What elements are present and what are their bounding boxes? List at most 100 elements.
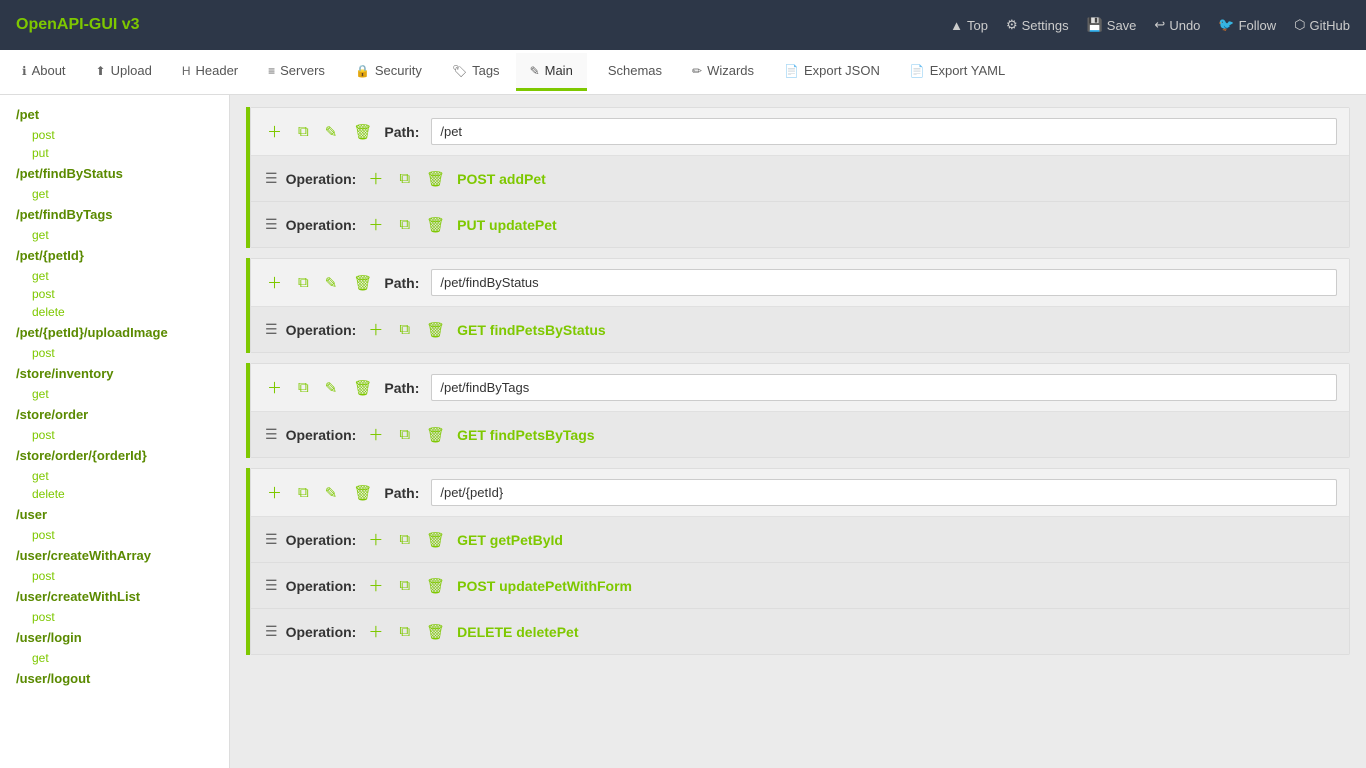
path-input[interactable] <box>431 479 1337 506</box>
tab-header[interactable]: HHeader <box>168 53 252 91</box>
hamburger-icon[interactable]: ☰ <box>265 623 278 640</box>
operation-method[interactable]: GET getPetById <box>457 532 563 548</box>
sidebar-path[interactable]: /user <box>0 503 229 526</box>
hamburger-icon[interactable]: ☰ <box>265 170 278 187</box>
copy-operation-icon[interactable]: ⧉ <box>395 319 414 340</box>
hamburger-icon[interactable]: ☰ <box>265 426 278 443</box>
tab-about[interactable]: ℹAbout <box>8 53 80 91</box>
add-path-icon[interactable]: ＋ <box>263 119 286 144</box>
path-input[interactable] <box>431 269 1337 296</box>
operation-method[interactable]: DELETE deletePet <box>457 624 578 640</box>
delete-path-icon[interactable]: 🗑 <box>349 272 376 294</box>
operation-method[interactable]: GET findPetsByTags <box>457 427 594 443</box>
sidebar-method[interactable]: get <box>0 385 229 403</box>
add-path-icon[interactable]: ＋ <box>263 270 286 295</box>
add-path-icon[interactable]: ＋ <box>263 375 286 400</box>
sidebar-path[interactable]: /pet/findByTags <box>0 203 229 226</box>
sidebar-method[interactable]: get <box>0 267 229 285</box>
sidebar-method[interactable]: get <box>0 649 229 667</box>
sidebar-method[interactable]: post <box>0 526 229 544</box>
sidebar-method[interactable]: delete <box>0 303 229 321</box>
delete-path-icon[interactable]: 🗑 <box>349 377 376 399</box>
copy-operation-icon[interactable]: ⧉ <box>395 424 414 445</box>
undo-action[interactable]: ↩ Undo <box>1154 17 1200 33</box>
edit-path-icon[interactable]: ✎ <box>321 272 342 294</box>
add-path-icon[interactable]: ＋ <box>263 480 286 505</box>
operation-method[interactable]: POST addPet <box>457 171 546 187</box>
tab-wizards[interactable]: ✏Wizards <box>678 53 768 91</box>
tab-security[interactable]: 🔒Security <box>341 53 436 91</box>
tab-main[interactable]: ✎Main <box>516 53 587 91</box>
delete-path-icon[interactable]: 🗑 <box>349 121 376 143</box>
copy-operation-icon[interactable]: ⧉ <box>395 214 414 235</box>
sidebar-method[interactable]: get <box>0 467 229 485</box>
delete-path-icon[interactable]: 🗑 <box>349 482 376 504</box>
tab-export-yaml[interactable]: 📄Export YAML <box>896 53 1019 91</box>
path-input[interactable] <box>431 118 1337 145</box>
sidebar-path[interactable]: /pet/findByStatus <box>0 162 229 185</box>
tab-schemas[interactable]: Schemas <box>589 53 676 91</box>
sidebar-method[interactable]: get <box>0 185 229 203</box>
operation-method[interactable]: POST updatePetWithForm <box>457 578 632 594</box>
path-input[interactable] <box>431 374 1337 401</box>
sidebar-path[interactable]: /pet <box>0 103 229 126</box>
sidebar-method[interactable]: post <box>0 608 229 626</box>
sidebar-method[interactable]: post <box>0 567 229 585</box>
copy-operation-icon[interactable]: ⧉ <box>395 168 414 189</box>
delete-operation-icon[interactable]: 🗑 <box>422 168 449 190</box>
copy-path-icon[interactable]: ⧉ <box>294 482 313 503</box>
tab-export-json[interactable]: 📄Export JSON <box>770 53 894 91</box>
sidebar-path[interactable]: /store/order <box>0 403 229 426</box>
copy-operation-icon[interactable]: ⧉ <box>395 529 414 550</box>
add-operation-icon[interactable]: ＋ <box>364 317 387 342</box>
sidebar-method[interactable]: get <box>0 226 229 244</box>
delete-operation-icon[interactable]: 🗑 <box>422 319 449 341</box>
settings-action[interactable]: ⚙ Settings <box>1006 17 1069 33</box>
edit-path-icon[interactable]: ✎ <box>321 377 342 399</box>
github-action[interactable]: ⬡ GitHub <box>1294 17 1350 33</box>
add-operation-icon[interactable]: ＋ <box>364 527 387 552</box>
copy-path-icon[interactable]: ⧉ <box>294 377 313 398</box>
hamburger-icon[interactable]: ☰ <box>265 531 278 548</box>
add-operation-icon[interactable]: ＋ <box>364 422 387 447</box>
sidebar-path[interactable]: /user/logout <box>0 667 229 690</box>
hamburger-icon[interactable]: ☰ <box>265 577 278 594</box>
tab-servers[interactable]: ≡Servers <box>254 53 339 91</box>
operation-method[interactable]: PUT updatePet <box>457 217 557 233</box>
tab-upload[interactable]: ⬆Upload <box>82 53 166 91</box>
sidebar-method[interactable]: post <box>0 126 229 144</box>
copy-path-icon[interactable]: ⧉ <box>294 121 313 142</box>
add-operation-icon[interactable]: ＋ <box>364 166 387 191</box>
delete-operation-icon[interactable]: 🗑 <box>422 621 449 643</box>
copy-operation-icon[interactable]: ⧉ <box>395 575 414 596</box>
delete-operation-icon[interactable]: 🗑 <box>422 529 449 551</box>
follow-action[interactable]: 🐦 Follow <box>1218 17 1276 33</box>
delete-operation-icon[interactable]: 🗑 <box>422 575 449 597</box>
sidebar-method[interactable]: delete <box>0 485 229 503</box>
sidebar-path[interactable]: /user/login <box>0 626 229 649</box>
delete-operation-icon[interactable]: 🗑 <box>422 214 449 236</box>
hamburger-icon[interactable]: ☰ <box>265 216 278 233</box>
tab-tags[interactable]: 🏷Tags <box>438 53 514 91</box>
edit-path-icon[interactable]: ✎ <box>321 482 342 504</box>
copy-operation-icon[interactable]: ⧉ <box>395 621 414 642</box>
sidebar-path[interactable]: /user/createWithArray <box>0 544 229 567</box>
sidebar-path[interactable]: /store/order/{orderId} <box>0 444 229 467</box>
add-operation-icon[interactable]: ＋ <box>364 573 387 598</box>
sidebar-method[interactable]: post <box>0 285 229 303</box>
sidebar-path[interactable]: /pet/{petId}/uploadImage <box>0 321 229 344</box>
edit-path-icon[interactable]: ✎ <box>321 121 342 143</box>
top-action[interactable]: ▲ Top <box>950 18 988 33</box>
add-operation-icon[interactable]: ＋ <box>364 619 387 644</box>
copy-path-icon[interactable]: ⧉ <box>294 272 313 293</box>
sidebar-method[interactable]: post <box>0 426 229 444</box>
hamburger-icon[interactable]: ☰ <box>265 321 278 338</box>
sidebar-path[interactable]: /store/inventory <box>0 362 229 385</box>
sidebar-method[interactable]: post <box>0 344 229 362</box>
delete-operation-icon[interactable]: 🗑 <box>422 424 449 446</box>
add-operation-icon[interactable]: ＋ <box>364 212 387 237</box>
operation-method[interactable]: GET findPetsByStatus <box>457 322 606 338</box>
save-action[interactable]: 💾 Save <box>1087 17 1137 33</box>
sidebar-method[interactable]: put <box>0 144 229 162</box>
sidebar-path[interactable]: /pet/{petId} <box>0 244 229 267</box>
